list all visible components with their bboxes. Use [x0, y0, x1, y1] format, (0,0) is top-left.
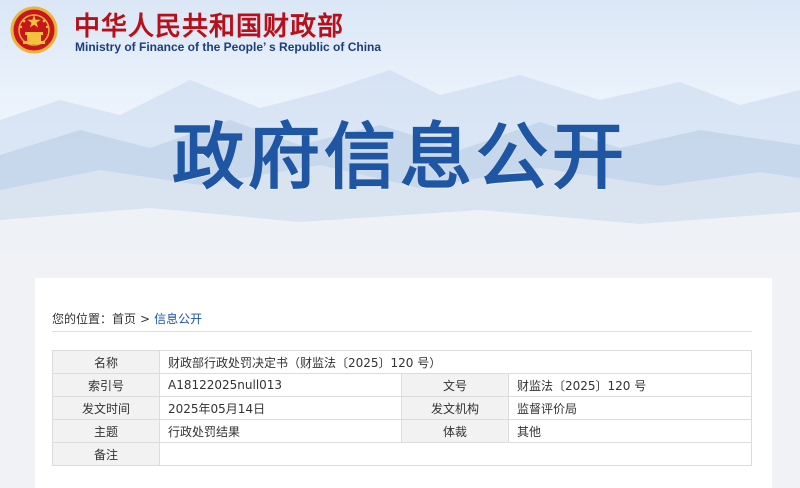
- site-title-english[interactable]: Ministry of Finance of the People’ s Rep…: [75, 40, 381, 54]
- site-title[interactable]: 中华人民共和国财政部: [74, 6, 344, 43]
- index-label: 索引号: [52, 373, 160, 397]
- content-panel: 您的位置：首页 > 信息公开 名称 财政部行政处罚决定书（财监法〔2025〕120 …: [35, 278, 772, 488]
- breadcrumb-info-disclosure-link[interactable]: 信息公开: [154, 312, 202, 326]
- document-number-value: 财监法〔2025〕120 号: [507, 373, 753, 397]
- issue-date-value: 2025年05月14日: [159, 396, 402, 420]
- document-info-table: 名称 财政部行政处罚决定书（财监法〔2025〕120 号） 索引号 A18122…: [52, 350, 753, 466]
- name-value: 财政部行政处罚决定书（财监法〔2025〕120 号）: [158, 350, 753, 374]
- table-row: 备注: [52, 442, 753, 466]
- breadcrumb-separator: >: [140, 312, 151, 326]
- genre-value: 其他: [507, 419, 753, 443]
- issuer-value: 监督评价局: [507, 396, 753, 420]
- table-row: 名称 财政部行政处罚决定书（财监法〔2025〕120 号）: [52, 350, 753, 374]
- remark-value: [158, 442, 753, 466]
- page-heading: 政府信息公开: [171, 115, 628, 199]
- topic-value: 行政处罚结果: [159, 419, 402, 443]
- topic-label: 主题: [52, 419, 160, 443]
- issuer-label: 发文机构: [401, 396, 509, 420]
- remark-label: 备注: [52, 442, 160, 466]
- breadcrumb-divider: [52, 331, 752, 332]
- national-emblem-icon: [10, 6, 58, 54]
- breadcrumb-home-link[interactable]: 首页: [112, 312, 136, 326]
- issue-date-label: 发文时间: [52, 396, 160, 420]
- breadcrumb: 您的位置：首页 > 信息公开: [52, 310, 202, 327]
- table-row: 主题 行政处罚结果 体裁 其他: [52, 419, 753, 443]
- breadcrumb-prefix: 您的位置：: [52, 312, 113, 326]
- genre-label: 体裁: [401, 419, 509, 443]
- name-label: 名称: [52, 350, 160, 374]
- table-row: 发文时间 2025年05月14日 发文机构 监督评价局: [52, 396, 753, 420]
- index-value: A18122025null013: [159, 373, 402, 397]
- header-banner: 中华人民共和国财政部 Ministry of Finance of the Pe…: [0, 0, 800, 250]
- document-number-label: 文号: [401, 373, 509, 397]
- table-row: 索引号 A18122025null013 文号 财监法〔2025〕120 号: [52, 373, 753, 397]
